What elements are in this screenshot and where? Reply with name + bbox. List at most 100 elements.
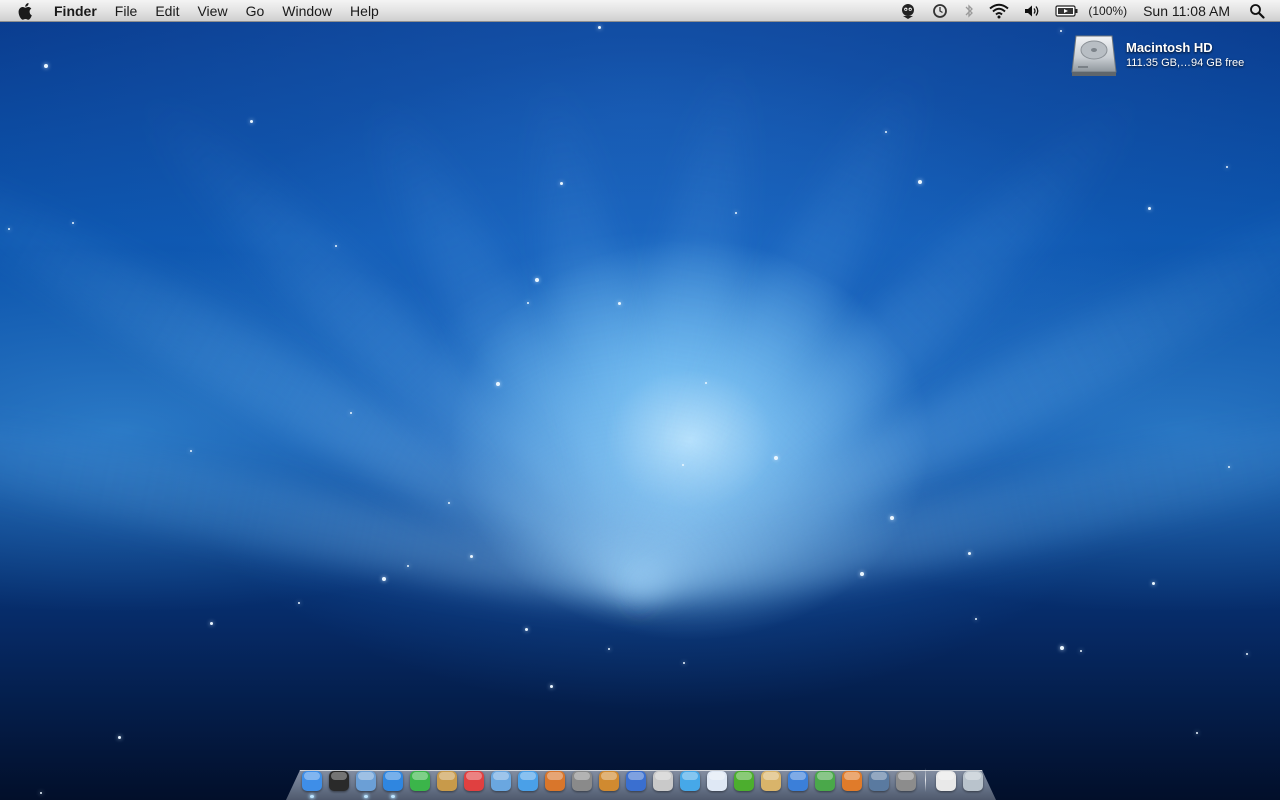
leaf-icon — [733, 770, 754, 791]
preview-dock-item[interactable] — [649, 767, 676, 794]
leaf-dock-item[interactable] — [730, 767, 757, 794]
wallpaper-star — [496, 382, 500, 386]
wallpaper-star — [860, 572, 864, 576]
bluetooth-icon[interactable] — [956, 0, 982, 22]
wallpaper-star — [350, 412, 352, 414]
menu-file[interactable]: File — [106, 0, 147, 22]
garageband-icon — [598, 770, 619, 791]
address-book-dock-item[interactable] — [433, 767, 460, 794]
menu-go[interactable]: Go — [237, 0, 274, 22]
wallpaper-star — [1228, 466, 1230, 468]
macintosh-hd-drive[interactable]: Macintosh HD 111.35 GB,…94 GB free — [1070, 32, 1275, 80]
documents-stack-icon — [935, 770, 956, 791]
iphoto-dock-item[interactable] — [487, 767, 514, 794]
wallpaper-star — [1148, 207, 1151, 210]
image-capture-dock-item[interactable] — [541, 767, 568, 794]
finder-dock-item[interactable] — [298, 767, 325, 798]
running-indicator — [309, 795, 314, 798]
menu-extras: (100%) Sun 11:08 AM — [892, 0, 1280, 22]
trash-icon — [962, 770, 983, 791]
word-dock-item[interactable] — [784, 767, 811, 794]
wallpaper-star — [525, 628, 528, 631]
menu-app-name[interactable]: Finder — [52, 0, 106, 22]
installer-dock-item[interactable] — [757, 767, 784, 794]
dashboard-icon — [328, 770, 349, 791]
wallpaper-star — [1060, 646, 1064, 650]
wallpaper-star — [1152, 582, 1155, 585]
network-dock-item[interactable] — [676, 767, 703, 794]
battery-icon[interactable] — [1048, 0, 1086, 22]
battery-percentage[interactable]: (100%) — [1086, 0, 1135, 22]
finder-icon — [301, 770, 322, 791]
excel-dock-item[interactable] — [811, 767, 838, 794]
itunes-dock-item[interactable] — [514, 767, 541, 794]
imovie-icon — [571, 770, 592, 791]
wallpaper-star — [683, 662, 685, 664]
textedit-dock-item[interactable] — [703, 767, 730, 794]
drive-info-label: 111.35 GB,…94 GB free — [1126, 57, 1245, 69]
wallpaper-star — [885, 131, 887, 133]
wallpaper-star — [210, 622, 213, 625]
wallpaper-star — [560, 182, 563, 185]
menu-edit[interactable]: Edit — [146, 0, 188, 22]
wallpaper-star — [470, 555, 473, 558]
excel-icon — [814, 770, 835, 791]
dashboard-dock-item[interactable] — [325, 767, 352, 794]
wallpaper-star — [298, 602, 300, 604]
wallpaper-star — [1196, 732, 1198, 734]
safari-dock-item[interactable] — [379, 767, 406, 798]
wallpaper-star — [527, 302, 529, 304]
wallpaper-star — [44, 64, 48, 68]
menu-clock[interactable]: Sun 11:08 AM — [1135, 0, 1242, 22]
menu-window[interactable]: Window — [273, 0, 341, 22]
wallpaper-star — [407, 565, 409, 567]
imovie-dock-item[interactable] — [568, 767, 595, 794]
trash-dock-item[interactable] — [959, 767, 986, 794]
wallpaper-star — [8, 228, 10, 230]
wallpaper-star — [705, 382, 707, 384]
spaces-dock-item[interactable] — [865, 767, 892, 794]
time-machine-icon[interactable] — [924, 0, 956, 22]
menu-help[interactable]: Help — [341, 0, 388, 22]
wallpaper-star — [735, 212, 737, 214]
system-preferences-dock-item[interactable] — [892, 767, 919, 794]
wallpaper-star — [1080, 650, 1082, 652]
wallpaper-star — [535, 278, 539, 282]
adium-dock-item[interactable] — [406, 767, 433, 794]
volume-icon[interactable] — [1016, 0, 1048, 22]
system-preferences-icon — [895, 770, 916, 791]
running-indicator — [390, 795, 395, 798]
wallpaper-star — [448, 502, 450, 504]
wallpaper-star — [975, 618, 977, 620]
wallpaper-star — [118, 736, 121, 739]
wallpaper-star — [774, 456, 778, 460]
mail-icon — [355, 770, 376, 791]
wallpaper-star — [40, 792, 42, 794]
garageband-dock-item[interactable] — [595, 767, 622, 794]
spotlight-search-icon[interactable] — [1242, 0, 1272, 22]
dock-separator — [925, 768, 926, 792]
powerpoint-icon — [841, 770, 862, 791]
growl-icon[interactable] — [892, 0, 924, 22]
itunes-icon — [517, 770, 538, 791]
wallpaper-star — [335, 245, 337, 247]
network-icon — [679, 770, 700, 791]
documents-stack-dock-item[interactable] — [932, 767, 959, 794]
wallpaper-star — [250, 120, 253, 123]
wallpaper-star — [190, 450, 192, 452]
wallpaper-star — [72, 222, 74, 224]
mail-dock-item[interactable] — [352, 767, 379, 798]
wallpaper-star — [608, 648, 610, 650]
apple-icon[interactable] — [0, 0, 52, 22]
powerpoint-dock-item[interactable] — [838, 767, 865, 794]
ical-dock-item[interactable] — [460, 767, 487, 794]
iphoto-icon — [490, 770, 511, 791]
wallpaper-star — [968, 552, 971, 555]
wifi-icon[interactable] — [982, 0, 1016, 22]
wallpaper-star — [618, 302, 621, 305]
skype-dock-item[interactable] — [622, 767, 649, 794]
menu-view[interactable]: View — [188, 0, 236, 22]
hard-drive-icon[interactable] — [1070, 32, 1118, 78]
wallpaper-star — [1226, 166, 1228, 168]
wallpaper-star — [918, 180, 922, 184]
